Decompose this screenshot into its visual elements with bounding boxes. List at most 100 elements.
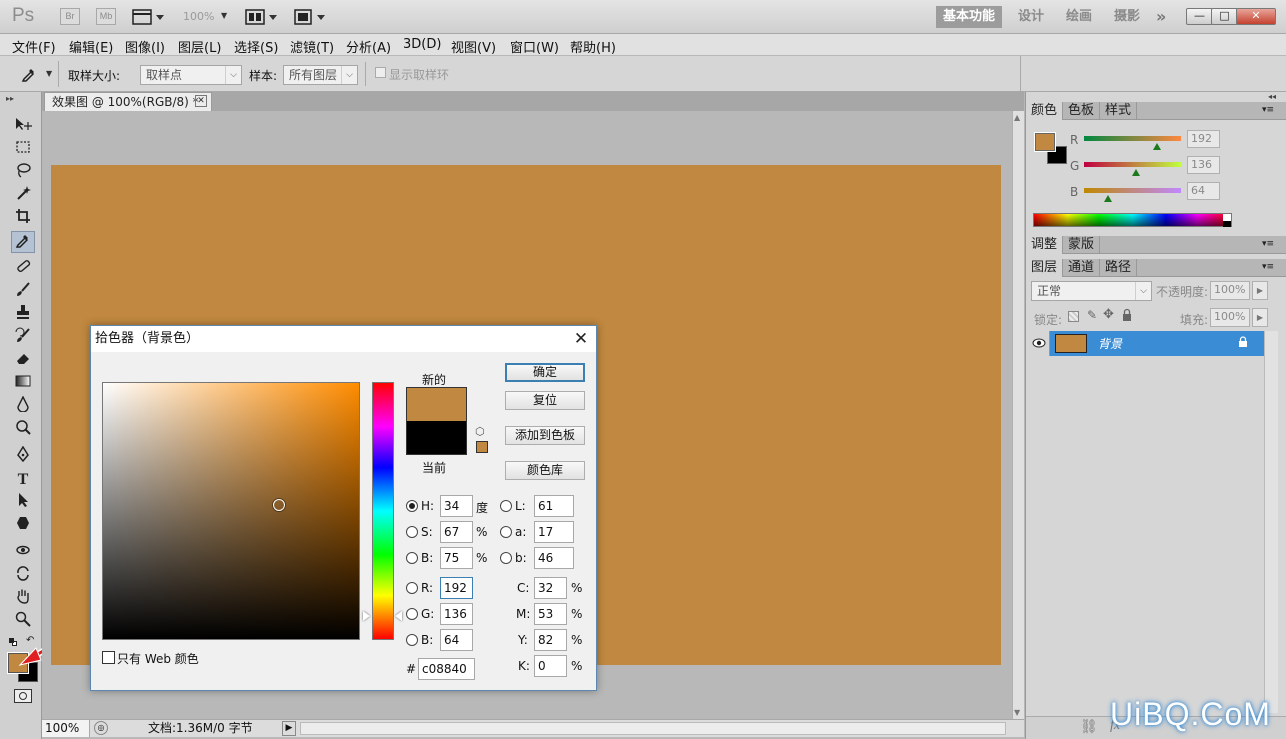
layer-visibility-toggle[interactable] <box>1028 331 1050 356</box>
quick-mask-button[interactable] <box>14 689 32 703</box>
web-colors-only-checkbox[interactable] <box>102 651 115 664</box>
fill-arrow-icon[interactable]: ▶ <box>1252 308 1268 327</box>
tab-color[interactable]: 颜色 <box>1026 102 1064 120</box>
layer-thumbnail[interactable] <box>1055 334 1087 353</box>
eyedropper-tool[interactable] <box>11 231 35 253</box>
lab-b-radio[interactable] <box>500 552 512 564</box>
hand-tool[interactable] <box>11 588 35 610</box>
horizontal-scrollbar[interactable] <box>300 722 1006 735</box>
quick-selection-tool[interactable] <box>11 185 35 207</box>
menu-file[interactable]: 文件(F) <box>12 37 56 56</box>
history-brush-tool[interactable] <box>11 327 35 349</box>
hue-radio[interactable] <box>406 500 418 512</box>
3d-rotate-tool[interactable] <box>11 542 35 564</box>
arrange-documents-button[interactable] <box>245 8 279 29</box>
color-field-marker[interactable] <box>273 499 285 511</box>
zoom-field[interactable]: 100% <box>42 720 90 737</box>
gradient-tool[interactable] <box>11 373 35 395</box>
blend-mode-select[interactable]: 正常 ⌵ <box>1031 281 1152 301</box>
hex-input[interactable]: c08840 <box>418 658 475 680</box>
tab-swatches[interactable]: 色板 <box>1063 102 1101 120</box>
marquee-tool[interactable] <box>11 139 35 161</box>
menu-layer[interactable]: 图层(L) <box>178 37 221 56</box>
color-libraries-button[interactable]: 颜色库 <box>505 461 585 480</box>
link-layers-icon[interactable]: ⛓ <box>1080 719 1098 735</box>
add-to-swatches-button[interactable]: 添加到色板 <box>505 426 585 445</box>
channel-g-value[interactable]: 136 <box>1187 156 1220 174</box>
dialog-close-icon[interactable]: ✕ <box>571 329 591 349</box>
tab-paths[interactable]: 路径 <box>1100 259 1138 277</box>
panel-menu-icon[interactable]: ▾≡ <box>1262 262 1274 272</box>
hue-slider[interactable] <box>372 382 394 640</box>
close-button[interactable]: ✕ <box>1236 8 1276 25</box>
lab-l-radio[interactable] <box>500 500 512 512</box>
web-safe-color-swatch[interactable] <box>476 441 488 453</box>
tab-adjustments[interactable]: 调整 <box>1026 236 1064 254</box>
workspace-painting[interactable]: 绘画 <box>1066 6 1092 28</box>
saturation-brightness-field[interactable] <box>102 382 360 640</box>
path-selection-tool[interactable] <box>11 492 35 514</box>
pen-tool[interactable] <box>11 445 35 468</box>
green-radio[interactable] <box>406 608 418 620</box>
lock-pixels-icon[interactable]: ✎ <box>1087 308 1097 322</box>
dodge-tool[interactable] <box>11 419 35 441</box>
menu-image[interactable]: 图像(I) <box>125 37 165 56</box>
hue-slider-left-thumb[interactable] <box>363 611 370 621</box>
channel-b-value[interactable]: 64 <box>1187 182 1220 200</box>
brightness-radio[interactable] <box>406 552 418 564</box>
color-spectrum-ramp[interactable] <box>1033 213 1232 227</box>
sample-size-select[interactable]: 取样点 ⌵ <box>140 65 242 85</box>
close-tab-icon[interactable]: ✕ <box>195 95 207 107</box>
healing-brush-tool[interactable] <box>11 258 35 280</box>
crop-tool[interactable] <box>11 208 35 230</box>
layers-scrollbar[interactable] <box>1264 331 1278 713</box>
magenta-input[interactable]: 53 <box>534 603 567 625</box>
eraser-tool[interactable] <box>11 350 35 372</box>
menu-select[interactable]: 选择(S) <box>234 37 278 56</box>
panel-menu-icon[interactable]: ▾≡ <box>1262 105 1274 115</box>
green-input[interactable]: 136 <box>440 603 473 625</box>
type-tool[interactable]: T <box>11 469 35 491</box>
channel-r-slider[interactable] <box>1084 136 1181 141</box>
vertical-scrollbar[interactable]: ▲ ▼ <box>1012 111 1024 719</box>
color-panel-foreground-swatch[interactable] <box>1034 132 1056 152</box>
3d-orbit-tool[interactable] <box>11 565 35 587</box>
lab-a-radio[interactable] <box>500 526 512 538</box>
blur-tool[interactable] <box>11 395 35 418</box>
show-sampling-ring-checkbox[interactable] <box>375 67 386 78</box>
clone-stamp-tool[interactable] <box>11 304 35 326</box>
workspace-photography[interactable]: 摄影 <box>1114 6 1140 28</box>
workspace-essentials[interactable]: 基本功能 <box>936 6 1002 28</box>
black-input[interactable]: 0 <box>534 655 567 677</box>
lasso-tool[interactable] <box>11 162 35 184</box>
more-workspaces-icon[interactable]: » <box>1156 6 1166 28</box>
panel-menu-icon[interactable]: ▾≡ <box>1262 239 1274 249</box>
tab-layers[interactable]: 图层 <box>1026 259 1064 277</box>
scroll-up-icon[interactable]: ▲ <box>1014 113 1020 122</box>
menu-help[interactable]: 帮助(H) <box>570 37 616 56</box>
channel-g-slider[interactable] <box>1084 162 1181 167</box>
channel-b-thumb[interactable] <box>1104 195 1113 202</box>
saturation-radio[interactable] <box>406 526 418 538</box>
status-menu-icon[interactable]: ▶ <box>282 721 296 736</box>
ok-button[interactable]: 确定 <box>505 363 585 382</box>
tab-channels[interactable]: 通道 <box>1063 259 1101 277</box>
tool-preset-picker[interactable]: ▼ <box>7 61 59 87</box>
red-input[interactable]: 192 <box>440 577 473 599</box>
channel-r-value[interactable]: 192 <box>1187 130 1220 148</box>
hue-input[interactable]: 34 <box>440 495 473 517</box>
move-tool[interactable] <box>11 116 35 138</box>
blue-input[interactable]: 64 <box>440 629 473 651</box>
yellow-input[interactable]: 82 <box>534 629 567 651</box>
current-color-swatch[interactable] <box>406 421 467 455</box>
lab-a-input[interactable]: 17 <box>534 521 574 543</box>
bridge-button[interactable]: Br <box>60 8 80 25</box>
scroll-down-icon[interactable]: ▼ <box>1014 708 1020 717</box>
layer-row-background[interactable]: 背景 <box>1028 331 1264 356</box>
opacity-arrow-icon[interactable]: ▶ <box>1252 281 1268 300</box>
maximize-button[interactable]: □ <box>1211 8 1238 25</box>
document-tab[interactable]: 效果图 @ 100%(RGB/8) * ✕ <box>44 92 212 111</box>
status-info-icon[interactable]: ◎ <box>94 721 108 735</box>
brightness-input[interactable]: 75 <box>440 547 473 569</box>
channel-b-slider[interactable] <box>1084 188 1181 193</box>
